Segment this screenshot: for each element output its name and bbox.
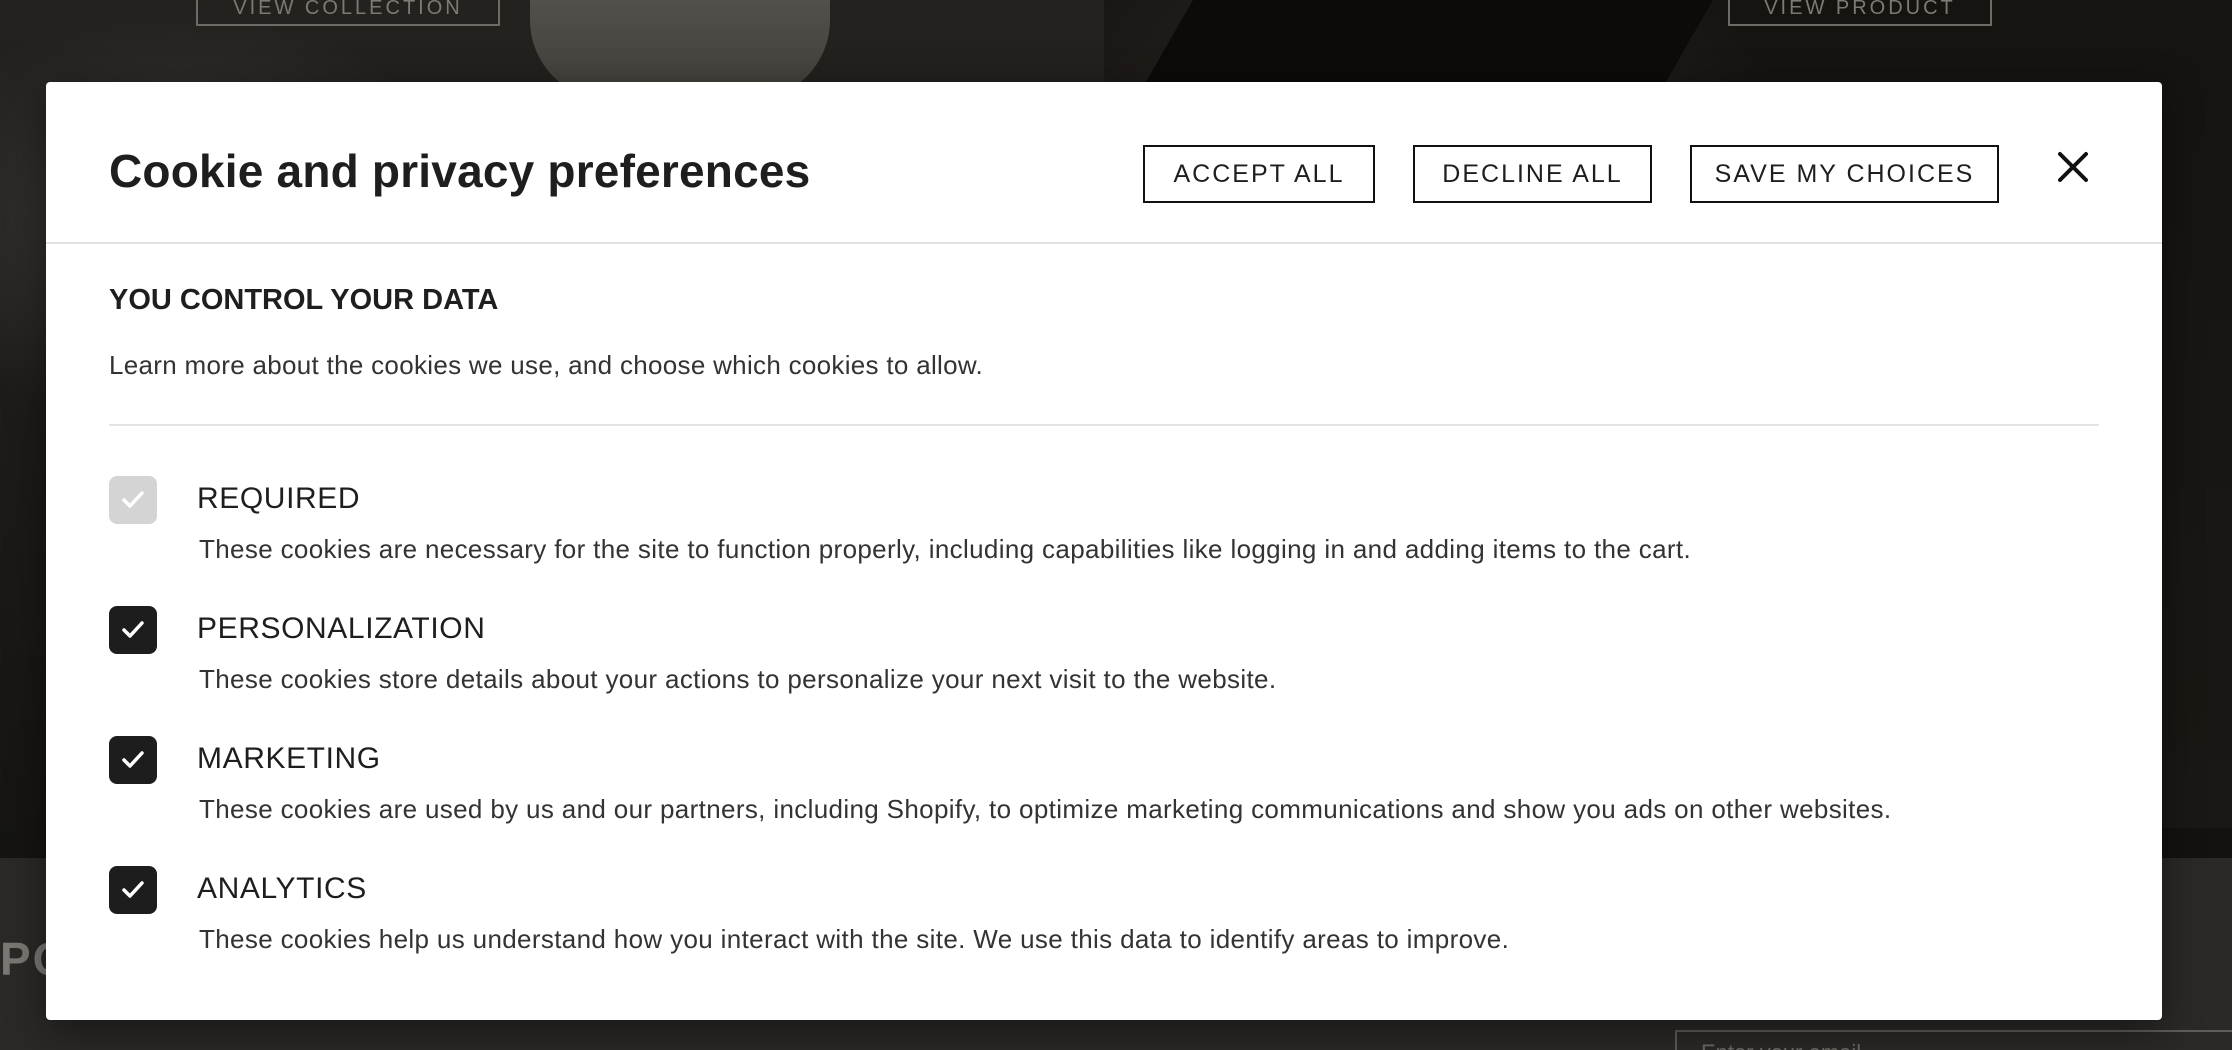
marketing-checkbox[interactable]	[109, 736, 157, 784]
required-checkbox	[109, 476, 157, 524]
checkmark-icon	[122, 491, 144, 508]
analytics-title[interactable]: ANALYTICS	[197, 872, 367, 906]
section-description: Learn more about the cookies we use, and…	[109, 350, 984, 380]
marketing-description: These cookies are used by us and our par…	[199, 794, 1892, 824]
checkmark-icon	[122, 751, 144, 768]
analytics-checkbox[interactable]	[109, 866, 157, 914]
cookie-preferences-dialog: Cookie and privacy preferences ACCEPT AL…	[46, 82, 2162, 1020]
decline-all-button[interactable]: DECLINE ALL	[1413, 145, 1652, 203]
divider	[109, 424, 2099, 426]
cookie-category-marketing: MARKETING These cookies are used by us a…	[109, 736, 2099, 846]
cookie-category-personalization: PERSONALIZATION These cookies store deta…	[109, 606, 2099, 716]
view-product-button: VIEW PRODUCT	[1728, 0, 1992, 26]
personalization-checkbox[interactable]	[109, 606, 157, 654]
checkmark-icon	[122, 881, 144, 898]
dialog-title: Cookie and privacy preferences	[109, 145, 811, 197]
view-collection-button: VIEW COLLECTION	[196, 0, 500, 26]
newsletter-email-field: Enter your email	[1675, 1030, 2232, 1050]
required-description: These cookies are necessary for the site…	[199, 534, 1692, 564]
section-heading: YOU CONTROL YOUR DATA	[109, 284, 499, 316]
marketing-title[interactable]: MARKETING	[197, 742, 381, 776]
dialog-header: Cookie and privacy preferences ACCEPT AL…	[46, 82, 2162, 244]
personalization-title[interactable]: PERSONALIZATION	[197, 612, 486, 646]
required-title: REQUIRED	[197, 482, 361, 515]
close-icon-glyph	[2058, 152, 2088, 182]
analytics-description: These cookies help us understand how you…	[199, 924, 1510, 954]
personalization-description: These cookies store details about your a…	[199, 664, 1277, 694]
cookie-category-analytics: ANALYTICS These cookies help us understa…	[109, 866, 2099, 976]
accept-all-button[interactable]: ACCEPT ALL	[1143, 145, 1375, 203]
save-my-choices-button[interactable]: SAVE MY CHOICES	[1690, 145, 1999, 203]
close-icon[interactable]	[2050, 146, 2094, 190]
checkmark-icon	[122, 621, 144, 638]
cookie-category-required: REQUIRED These cookies are necessary for…	[109, 476, 2099, 586]
